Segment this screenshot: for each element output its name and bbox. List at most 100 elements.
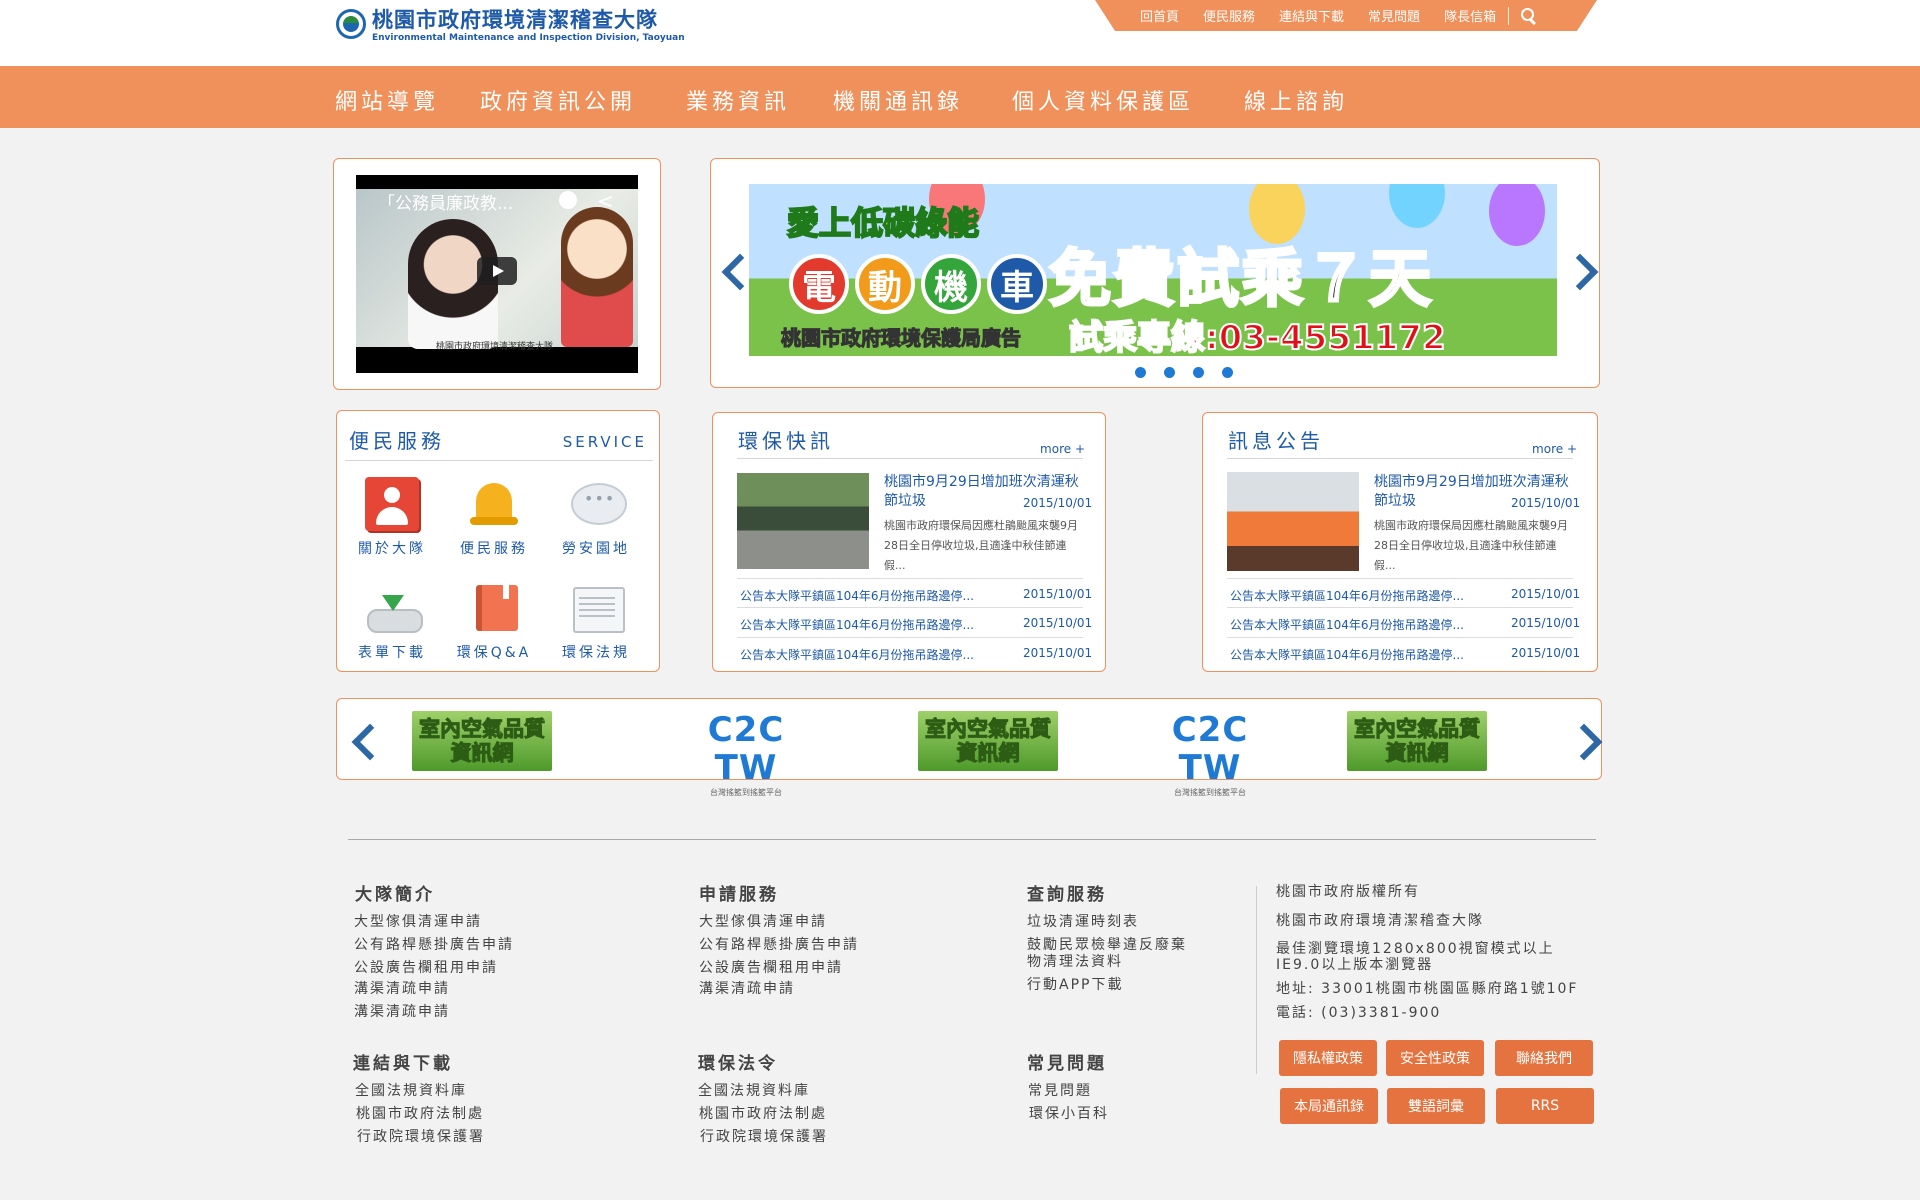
footer-link[interactable]: 鼓勵民眾檢舉違反廢棄 [1027,937,1187,953]
footer-browser-note: 最佳瀏覽環境1280x800視窗模式以上 [1276,941,1555,957]
site-header: 桃園市政府環境清潔稽查大隊 Environmental Maintenance … [0,0,1920,66]
env-news-item[interactable]: 公告本大隊平鎮區104年6月份拖吊路邊停... [740,646,974,663]
links-next-icon[interactable] [1577,723,1595,757]
nav-online-inquiry[interactable]: 線上諮詢 [1244,84,1348,116]
env-news-item-date: 2015/10/01 [1023,616,1093,630]
footer-link[interactable]: 溝渠清疏申請 [699,981,795,997]
banner-agency: 桃園市政府環境保護局廣告 [781,326,1022,351]
book-icon [467,581,521,635]
service-labor-safety[interactable]: 勞安園地 [551,477,641,558]
bilingual-glossary-button[interactable]: 雙語詞彙 [1387,1088,1485,1124]
env-news-photo[interactable] [737,473,869,569]
top-link-downloads[interactable]: 連結與下載 [1279,6,1344,25]
play-button[interactable] [477,257,517,285]
footer-link[interactable]: 全國法規資料庫 [698,1083,810,1099]
footer-link[interactable]: 溝渠清疏申請 [354,981,450,997]
top-link-services[interactable]: 便民服務 [1203,6,1255,25]
link-iaq[interactable]: 室內空氣品質 資訊網 [412,711,552,771]
env-news-item-date: 2015/10/01 [1023,587,1093,601]
footer-copyright: 桃園市政府版權所有 [1276,884,1420,900]
service-forms[interactable]: 表單下載 [347,581,437,662]
announcements-more-link[interactable]: more + [1532,442,1577,456]
link-iaq[interactable]: 室內空氣品質 資訊網 [1347,711,1487,771]
video-title: 「公務員廉政教... [378,194,514,214]
env-news-item-date: 2015/10/01 [1023,646,1093,660]
footer-link[interactable]: 大型傢俱清運申請 [354,914,482,930]
footer-link[interactable]: 行政院環境保護署 [357,1129,485,1145]
announcements-summary: 桃園市政府環保局因應杜鵑颱風來襲9月28日全日停收垃圾,且適逢中秋佳節連假... [1374,519,1568,572]
env-news-item[interactable]: 公告本大隊平鎮區104年6月份拖吊路邊停... [740,616,974,633]
announcement-item-date: 2015/10/01 [1511,616,1581,630]
env-news-more-link[interactable]: more + [1040,442,1085,456]
announcements-photo[interactable] [1227,472,1359,571]
chat-bubble-icon [569,477,627,531]
footer-heading-faq: 常見問題 [1027,1054,1107,1074]
nav-directory[interactable]: 機關通訊錄 [833,84,963,116]
footer-link[interactable]: 公設廣告欄租用申請 [699,960,843,976]
services-title-en: SERVICE [562,433,647,451]
carousel-dot[interactable] [1193,367,1204,378]
top-link-mailbox[interactable]: 隊長信箱 [1444,6,1496,25]
footer-link[interactable]: 物清理法資料 [1027,954,1123,970]
footer-link[interactable]: 公有路桿懸掛廣告申請 [354,937,514,953]
carousel-dot[interactable] [1164,367,1175,378]
footer-link[interactable]: 桃園市政府法制處 [699,1106,827,1122]
announcement-item-date: 2015/10/01 [1511,587,1581,601]
link-c2c[interactable]: C2C TW 台灣搖籃到搖籃平台 [1135,711,1285,797]
city-emblem-icon [336,9,366,39]
security-policy-button[interactable]: 安全性政策 [1386,1040,1484,1076]
service-public[interactable]: 便民服務 [449,477,539,558]
announcements-title: 訊息公告 [1228,429,1324,453]
announcement-item[interactable]: 公告本大隊平鎮區104年6月份拖吊路邊停... [1230,587,1464,604]
footer-link[interactable]: 公設廣告欄租用申請 [354,960,498,976]
banner-carousel: 愛上低碳綠能 電 動 機 車 免費試乘７天 桃園市政府環境保護局廣告 試乘專線:… [710,158,1600,388]
directory-button[interactable]: 本局通訊錄 [1280,1088,1378,1124]
footer-heading-about: 大隊簡介 [355,885,435,905]
carousel-dot[interactable] [1135,367,1146,378]
carousel-next-icon[interactable] [1573,253,1591,287]
footer-link[interactable]: 桃園市政府法制處 [356,1106,484,1122]
announcement-item[interactable]: 公告本大隊平鎮區104年6月份拖吊路邊停... [1230,646,1464,663]
nav-business-info[interactable]: 業務資訊 [686,84,790,116]
nav-sitemap[interactable]: 網站導覽 [335,84,439,116]
logo-title: 桃園市政府環境清潔稽查大隊 [372,8,658,32]
footer-heading-query: 查詢服務 [1027,885,1107,905]
document-icon [569,581,625,635]
link-c2c[interactable]: C2C TW 台灣搖籃到搖籃平台 [671,711,821,797]
footer-link[interactable]: 大型傢俱清運申請 [699,914,827,930]
footer-link[interactable]: 溝渠清疏申請 [354,1004,450,1020]
footer-link[interactable]: 常見問題 [1028,1083,1092,1099]
links-prev-icon[interactable] [351,723,369,757]
footer-heading-apply: 申請服務 [699,885,779,905]
footer-link[interactable]: 全國法規資料庫 [355,1083,467,1099]
carousel-dot[interactable] [1222,367,1233,378]
top-link-home[interactable]: 回首頁 [1140,6,1179,25]
service-qa[interactable]: 環保Q&A [449,581,539,662]
share-icon[interactable]: < [597,189,614,213]
nav-gov-info[interactable]: 政府資訊公開 [480,84,636,116]
env-news-item[interactable]: 公告本大隊平鎮區104年6月份拖吊路邊停... [740,587,974,604]
banner-char: 車 [987,254,1047,314]
nav-privacy-zone[interactable]: 個人資料保護區 [1012,84,1194,116]
bell-icon [467,477,521,531]
top-link-faq[interactable]: 常見問題 [1368,6,1420,25]
banner-slide[interactable]: 愛上低碳綠能 電 動 機 車 免費試乘７天 桃園市政府環境保護局廣告 試乘專線:… [749,184,1557,356]
footer-link[interactable]: 公有路桿懸掛廣告申請 [699,937,859,953]
service-about[interactable]: 關於大隊 [347,477,437,558]
footer-link[interactable]: 行動APP下載 [1027,977,1123,993]
service-regulations[interactable]: 環保法規 [551,581,641,662]
privacy-policy-button[interactable]: 隱私權政策 [1279,1040,1377,1076]
footer-link[interactable]: 垃圾清運時刻表 [1027,914,1139,930]
footer-heading-links: 連結與下載 [353,1054,453,1074]
contact-us-button[interactable]: 聯絡我們 [1495,1040,1593,1076]
carousel-prev-icon[interactable] [721,253,739,287]
footer-link[interactable]: 行政院環境保護署 [700,1129,828,1145]
link-iaq[interactable]: 室內空氣品質 資訊網 [918,711,1058,771]
watch-later-icon[interactable] [559,191,577,209]
announcement-item[interactable]: 公告本大隊平鎮區104年6月份拖吊路邊停... [1230,616,1464,633]
search-icon[interactable] [1521,7,1537,24]
rss-button[interactable]: RRS [1496,1088,1594,1124]
video-player[interactable]: 桃園市政府環境清潔稽查大隊 「公務員廉政教... < [356,175,638,373]
footer-link[interactable]: 環保小百科 [1029,1106,1109,1122]
site-logo[interactable]: 桃園市政府環境清潔稽查大隊 Environmental Maintenance … [336,7,685,44]
